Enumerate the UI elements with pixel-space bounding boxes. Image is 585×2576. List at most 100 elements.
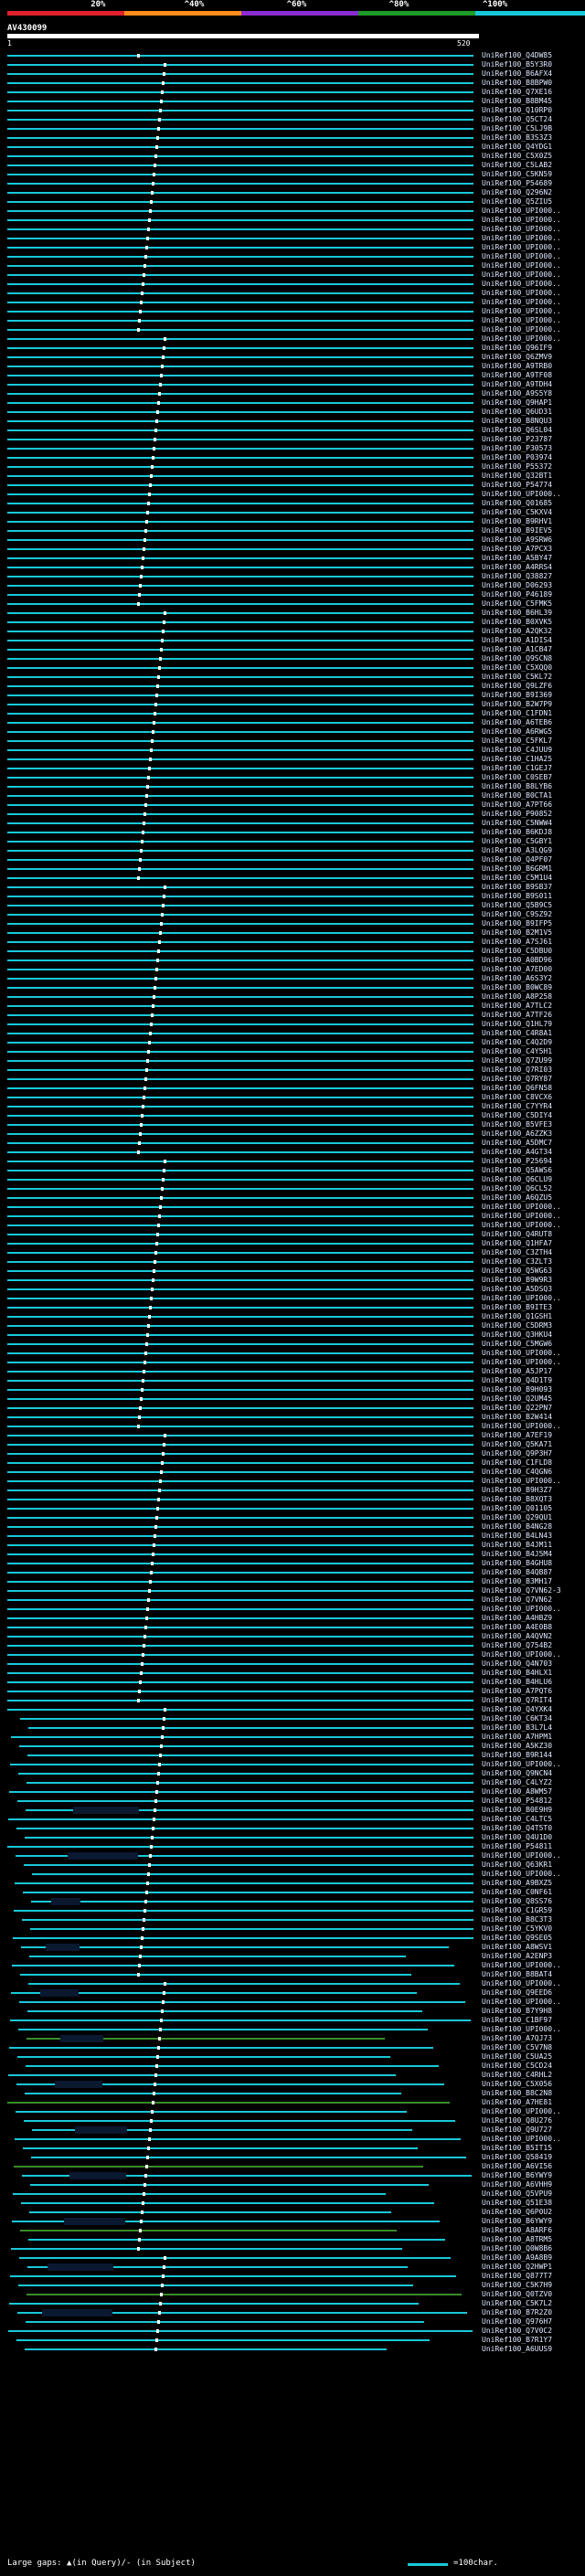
hit-name[interactable]: UniRef100_B4HLX1	[482, 1669, 552, 1678]
hit-row[interactable]: UniRef100_UPI000..	[0, 1650, 585, 1659]
hit-name[interactable]: UniRef100_P23787	[482, 435, 552, 444]
hit-name[interactable]: UniRef100_UPI000..	[482, 1358, 561, 1367]
hit-row[interactable]: UniRef100_Q4PF07	[0, 855, 585, 864]
hit-name[interactable]: UniRef100_B4NG28	[482, 1522, 552, 1532]
hit-row[interactable]: UniRef100_Q2HWP1	[0, 2263, 585, 2272]
hit-row[interactable]: UniRef100_B4HLX1	[0, 1669, 585, 1678]
hit-row[interactable]: UniRef100_Q5VPU9	[0, 2189, 585, 2199]
hit-row[interactable]: UniRef100_A4E0B8	[0, 1623, 585, 1632]
hit-name[interactable]: UniRef100_B9RHV1	[482, 517, 552, 526]
hit-name[interactable]: UniRef100_C5DRM3	[482, 1321, 552, 1330]
hit-row[interactable]: UniRef100_UPI000..	[0, 1998, 585, 2007]
hit-name[interactable]: UniRef100_Q4PF07	[482, 855, 552, 864]
hit-row[interactable]: UniRef100_A9S5Y8	[0, 389, 585, 398]
hit-name[interactable]: UniRef100_Q6ZMV9	[482, 353, 552, 362]
hit-name[interactable]: UniRef100_UPI000..	[482, 316, 561, 325]
hit-row[interactable]: UniRef100_UPI000..	[0, 1851, 585, 1860]
hit-row[interactable]: UniRef100_B5Y3R0	[0, 60, 585, 69]
hit-row[interactable]: UniRef100_B2W7P9	[0, 700, 585, 709]
hit-name[interactable]: UniRef100_Q4RUT8	[482, 1230, 552, 1239]
hit-row[interactable]: UniRef100_UPI000..	[0, 1349, 585, 1358]
hit-name[interactable]: UniRef100_B4QB87	[482, 1568, 552, 1577]
hit-name[interactable]: UniRef100_A0BD96	[482, 956, 552, 965]
hit-row[interactable]: UniRef100_B6HL39	[0, 609, 585, 618]
hit-row[interactable]: UniRef100_UPI000..	[0, 252, 585, 261]
hit-name[interactable]: UniRef100_A3LQG9	[482, 846, 552, 855]
hit-row[interactable]: UniRef100_A9TDH4	[0, 380, 585, 389]
hit-name[interactable]: UniRef100_UPI000..	[482, 298, 561, 307]
hit-row[interactable]: UniRef100_B9RHV1	[0, 517, 585, 526]
hit-row[interactable]: UniRef100_Q7ZU99	[0, 1056, 585, 1065]
hit-name[interactable]: UniRef100_A7TF26	[482, 1011, 552, 1020]
hit-row[interactable]: UniRef100_Q9HAP1	[0, 398, 585, 408]
hit-name[interactable]: UniRef100_C5KN59	[482, 170, 552, 179]
hit-row[interactable]: UniRef100_UPI000..	[0, 1979, 585, 1988]
hit-name[interactable]: UniRef100_C5DIY4	[482, 1111, 552, 1120]
hit-name[interactable]: UniRef100_Q7RY87	[482, 1075, 552, 1084]
hit-row[interactable]: UniRef100_A7HE81	[0, 2098, 585, 2107]
hit-name[interactable]: UniRef100_Q3HKU4	[482, 1330, 552, 1340]
hit-name[interactable]: UniRef100_Q4YXK4	[482, 1705, 552, 1714]
hit-row[interactable]: UniRef100_B6AFX4	[0, 69, 585, 79]
hit-row[interactable]: UniRef100_Q7VN62-3	[0, 1586, 585, 1595]
hit-row[interactable]: UniRef100_P54774	[0, 481, 585, 490]
hit-name[interactable]: UniRef100_A4E0B8	[482, 1623, 552, 1632]
hit-name[interactable]: UniRef100_B4LN43	[482, 1532, 552, 1541]
hit-name[interactable]: UniRef100_Q0TZV0	[482, 2290, 552, 2299]
hit-row[interactable]: UniRef100_Q9U727	[0, 2125, 585, 2135]
hit-row[interactable]: UniRef100_B9S011	[0, 892, 585, 901]
hit-row[interactable]: UniRef100_P25694	[0, 1157, 585, 1166]
hit-name[interactable]: UniRef100_A7PCX3	[482, 545, 552, 554]
hit-name[interactable]: UniRef100_C5K7H9	[482, 2281, 552, 2290]
hit-name[interactable]: UniRef100_P90852	[482, 810, 552, 819]
hit-row[interactable]: UniRef100_C5UA25	[0, 2052, 585, 2062]
hit-name[interactable]: UniRef100_UPI000..	[482, 1349, 561, 1358]
hit-name[interactable]: UniRef100_A8TRM5	[482, 2235, 552, 2244]
hit-name[interactable]: UniRef100_Q9HAP1	[482, 398, 552, 408]
hit-row[interactable]: UniRef100_Q4RUT8	[0, 1230, 585, 1239]
hit-name[interactable]: UniRef100_Q9U727	[482, 2125, 552, 2135]
hit-row[interactable]: UniRef100_UPI000..	[0, 216, 585, 225]
hit-row[interactable]: UniRef100_C1BF97	[0, 2016, 585, 2025]
hit-name[interactable]: UniRef100_B3L7L4	[482, 1723, 552, 1733]
hit-name[interactable]: UniRef100_C4LYZ2	[482, 1778, 552, 1787]
hit-name[interactable]: UniRef100_A8WSV1	[482, 1943, 552, 1952]
hit-row[interactable]: UniRef100_A9TF08	[0, 371, 585, 380]
hit-row[interactable]: UniRef100_B8XQT3	[0, 1495, 585, 1504]
hit-row[interactable]: UniRef100_A6UUS9	[0, 2345, 585, 2354]
hit-name[interactable]: UniRef100_Q5VPU9	[482, 2189, 552, 2199]
hit-name[interactable]: UniRef100_Q38827	[482, 572, 552, 581]
hit-name[interactable]: UniRef100_A6VI56	[482, 2162, 552, 2171]
hit-row[interactable]: UniRef100_C5DIY4	[0, 1111, 585, 1120]
hit-row[interactable]: UniRef100_B0E9H9	[0, 1806, 585, 1815]
hit-name[interactable]: UniRef100_C5LJ9B	[482, 124, 552, 133]
hit-name[interactable]: UniRef100_Q9EED6	[482, 1988, 552, 1998]
hit-name[interactable]: UniRef100_C4Q2D9	[482, 1038, 552, 1047]
hit-row[interactable]: UniRef100_Q9P3H7	[0, 1449, 585, 1458]
hit-name[interactable]: UniRef100_B9W9R3	[482, 1276, 552, 1285]
hit-row[interactable]: UniRef100_C5GBY1	[0, 837, 585, 846]
hit-row[interactable]: UniRef100_A5DSQ3	[0, 1285, 585, 1294]
hit-row[interactable]: UniRef100_UPI000..	[0, 1203, 585, 1212]
hit-row[interactable]: UniRef100_P30573	[0, 444, 585, 453]
hit-name[interactable]: UniRef100_Q5KA71	[482, 1440, 552, 1449]
hit-name[interactable]: UniRef100_UPI000..	[482, 1605, 561, 1614]
hit-row[interactable]: UniRef100_UPI000..	[0, 1605, 585, 1614]
hit-name[interactable]: UniRef100_Q01105	[482, 1504, 552, 1513]
hit-name[interactable]: UniRef100_Q7XE16	[482, 88, 552, 97]
hit-row[interactable]: UniRef100_B4JM11	[0, 1541, 585, 1550]
hit-name[interactable]: UniRef100_B6YWY9	[482, 2171, 552, 2180]
hit-row[interactable]: UniRef100_A7QJ73	[0, 2034, 585, 2043]
hit-name[interactable]: UniRef100_Q2HWP1	[482, 2263, 552, 2272]
hit-row[interactable]: UniRef100_B3S3Z3	[0, 133, 585, 143]
hit-row[interactable]: UniRef100_Q29QU1	[0, 1513, 585, 1522]
hit-name[interactable]: UniRef100_C5CD24	[482, 2062, 552, 2071]
hit-row[interactable]: UniRef100_C7YYR4	[0, 1102, 585, 1111]
hit-row[interactable]: UniRef100_UPI000..	[0, 207, 585, 216]
hit-name[interactable]: UniRef100_A4RRS4	[482, 563, 552, 572]
hit-row[interactable]: UniRef100_C5X056	[0, 2080, 585, 2089]
hit-row[interactable]: UniRef100_B0CTA1	[0, 791, 585, 800]
hit-row[interactable]: UniRef100_UPI000..	[0, 1358, 585, 1367]
hit-name[interactable]: UniRef100_P54811	[482, 1842, 552, 1851]
hit-name[interactable]: UniRef100_UPI000..	[482, 2107, 561, 2116]
